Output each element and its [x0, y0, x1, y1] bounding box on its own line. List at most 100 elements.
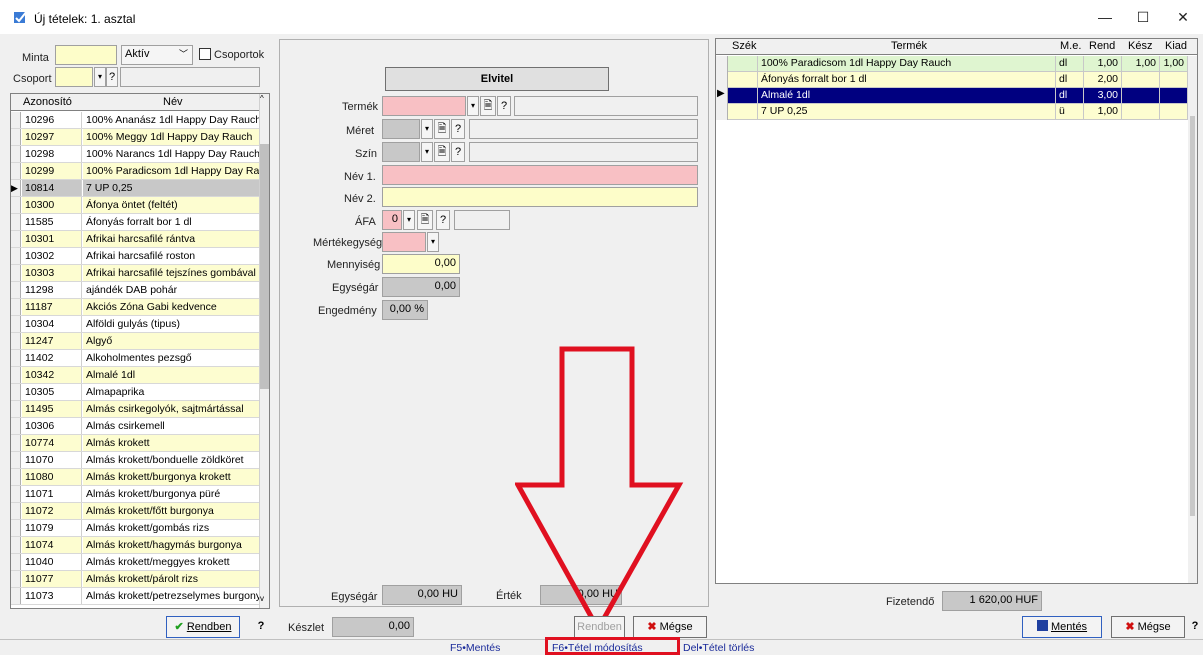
header-kesz[interactable]: Kész	[1128, 40, 1152, 52]
product-row[interactable]: 11071 Almás krokett/burgonya püré	[11, 486, 259, 503]
product-row[interactable]: 10302 Afrikai harcsafilé roston	[11, 248, 259, 265]
product-row[interactable]: 11585 Áfonyás forralt bor 1 dl	[11, 214, 259, 231]
product-row[interactable]: 11040 Almás krokett/meggyes krokett	[11, 554, 259, 571]
meret-document-icon[interactable]: 🗎	[434, 119, 450, 139]
statusbar-del-tetel-torles[interactable]: Del•Tétel törlés	[683, 642, 754, 654]
header-szek[interactable]: Szék	[732, 40, 756, 52]
keszlet-field: 0,00	[332, 617, 414, 637]
afa-help-button[interactable]: ?	[436, 210, 450, 230]
csoport-help-button[interactable]: ?	[106, 67, 118, 87]
szin-input[interactable]	[382, 142, 420, 162]
meret-input[interactable]	[382, 119, 420, 139]
szin-help-button[interactable]: ?	[451, 142, 465, 162]
mennyiseg-input[interactable]: 0,00	[382, 254, 460, 274]
rendben-disabled-button[interactable]: Rendben	[574, 616, 625, 638]
header-azonosito[interactable]: Azonosító	[23, 96, 72, 108]
order-row[interactable]: 100% Paradicsom 1dl Happy Day Rauch dl 1,0…	[716, 56, 1197, 72]
checkmark-icon: ✔	[174, 621, 184, 633]
status-select[interactable]: Aktív ﹀	[121, 45, 193, 65]
scroll-up-icon[interactable]: ^	[260, 94, 264, 103]
product-row[interactable]: 10298 100% Narancs 1dl Happy Day Rauch	[11, 146, 259, 163]
order-table-scrollbar[interactable]	[1188, 56, 1197, 583]
product-grid[interactable]: Azonosító Név 10296 100% Ananász 1dl Happ…	[10, 93, 270, 609]
header-nev[interactable]: Név	[163, 96, 183, 108]
csoport-dropdown-button[interactable]: ▾	[94, 67, 106, 87]
minimize-button[interactable]: —	[1090, 6, 1120, 28]
product-row[interactable]: 10296 100% Ananász 1dl Happy Day Rauch	[11, 112, 259, 129]
mentes-button[interactable]: Mentés	[1022, 616, 1102, 638]
scrollbar-thumb[interactable]	[1190, 116, 1195, 516]
product-row[interactable]: 10305 Almapaprika	[11, 384, 259, 401]
termek-dropdown-button[interactable]: ▾	[467, 96, 479, 116]
order-row[interactable]: Almalé 1dl dl 3,00	[716, 88, 1197, 104]
afa-dropdown-button[interactable]: ▾	[403, 210, 415, 230]
product-row[interactable]: 11080 Almás krokett/burgonya krokett	[11, 469, 259, 486]
minta-input[interactable]	[55, 45, 117, 65]
termek-help-button[interactable]: ?	[497, 96, 511, 116]
product-row[interactable]: 10304 Alföldi gulyás (tipus)	[11, 316, 259, 333]
row-indicator	[11, 588, 21, 604]
egysegar-input[interactable]: 0,00	[382, 277, 460, 297]
product-row[interactable]: 11298 ajándék DAB pohár	[11, 282, 259, 299]
product-name-cell: Afrikai harcsafilé roston	[86, 250, 196, 262]
megse-right-button[interactable]: ✖ Mégse	[1111, 616, 1185, 638]
product-row[interactable]: 11402 Alkoholmentes pezsgő	[11, 350, 259, 367]
cross-icon: ✖	[1125, 621, 1135, 633]
meret-dropdown-button[interactable]: ▾	[421, 119, 433, 139]
csoportok-checkbox[interactable]	[199, 48, 211, 60]
product-row[interactable]: 11072 Almás krokett/főtt burgonya	[11, 503, 259, 520]
nev1-input[interactable]	[382, 165, 698, 185]
szin-document-icon[interactable]: 🗎	[434, 142, 450, 162]
product-row[interactable]: 10301 Afrikai harcsafilé rántva	[11, 231, 259, 248]
product-row[interactable]: 11247 Algyő	[11, 333, 259, 350]
product-row[interactable]: 11077 Almás krokett/párolt rizs	[11, 571, 259, 588]
megse-button[interactable]: ✖ Mégse	[633, 616, 707, 638]
product-row[interactable]: 11073 Almás krokett/petrezselymes burgony…	[11, 588, 259, 605]
statusbar-f5-mentes[interactable]: F5•Mentés	[450, 642, 500, 654]
help-button[interactable]: ?	[251, 616, 271, 638]
product-row[interactable]: 10299 100% Paradicsom 1dl Happy Day Rauch	[11, 163, 259, 180]
product-row[interactable]: ▶ 10814 7 UP 0,25	[11, 180, 259, 197]
rendben-button[interactable]: ✔ Rendben	[166, 616, 240, 638]
header-rend[interactable]: Rend	[1089, 40, 1115, 52]
order-row[interactable]: Áfonyás forralt bor 1 dl dl 2,00	[716, 72, 1197, 88]
nev2-input[interactable]	[382, 187, 698, 207]
csoport-input[interactable]	[55, 67, 93, 87]
meret-help-button[interactable]: ?	[451, 119, 465, 139]
mertekegyseg-input[interactable]	[382, 232, 426, 252]
product-row[interactable]: 10303 Afrikai harcsafilé tejszínes gombáv…	[11, 265, 259, 282]
product-grid-scrollbar[interactable]: ^ v	[259, 94, 269, 608]
elvitel-button[interactable]: Elvitel	[385, 67, 609, 91]
engedmeny-input[interactable]: 0,00 %	[382, 300, 428, 320]
termek-document-icon[interactable]: 🗎	[480, 96, 496, 116]
product-row[interactable]: 10774 Almás krokett	[11, 435, 259, 452]
product-row[interactable]: 10300 Áfonya öntet (feltét)	[11, 197, 259, 214]
scrollbar-thumb[interactable]	[260, 144, 269, 389]
scroll-down-icon[interactable]: v	[260, 594, 264, 603]
maximize-button[interactable]: ☐	[1128, 6, 1158, 28]
header-termek[interactable]: Termék	[891, 40, 927, 52]
order-table[interactable]: Szék Termék M.e. Rend Kész Kiad 100% Par…	[715, 38, 1198, 584]
kesz-cell: 1,00	[1122, 56, 1160, 72]
product-name-cell: Almás krokett/burgonya püré	[86, 488, 221, 500]
product-row[interactable]: 11187 Akciós Zóna Gabi kedvence	[11, 299, 259, 316]
close-button[interactable]: ✕	[1168, 6, 1198, 28]
termek-input[interactable]	[382, 96, 466, 116]
fizetendo-value: 1 620,00 HUF	[942, 591, 1042, 611]
product-name-cell: Algyő	[83, 333, 259, 349]
szin-dropdown-button[interactable]: ▾	[421, 142, 433, 162]
product-row[interactable]: 10297 100% Meggy 1dl Happy Day Rauch	[11, 129, 259, 146]
afa-document-icon[interactable]: 🗎	[417, 210, 433, 230]
product-row[interactable]: 10306 Almás csirkemell	[11, 418, 259, 435]
order-row[interactable]: 7 UP 0,25 ü 1,00	[716, 104, 1197, 120]
header-me[interactable]: M.e.	[1060, 40, 1081, 52]
help-right-button[interactable]: ?	[1188, 616, 1202, 638]
product-row[interactable]: 11079 Almás krokett/gombás rizs	[11, 520, 259, 537]
product-row[interactable]: 10342 Almalé 1dl	[11, 367, 259, 384]
product-row[interactable]: 11074 Almás krokett/hagymás burgonya	[11, 537, 259, 554]
product-row[interactable]: 11495 Almás csirkegolyók, sajtmártással	[11, 401, 259, 418]
product-row[interactable]: 11070 Almás krokett/bonduelle zöldköret	[11, 452, 259, 469]
header-kiad[interactable]: Kiad	[1165, 40, 1187, 52]
mertekegyseg-dropdown-button[interactable]: ▾	[427, 232, 439, 252]
afa-input[interactable]: 0	[382, 210, 402, 230]
